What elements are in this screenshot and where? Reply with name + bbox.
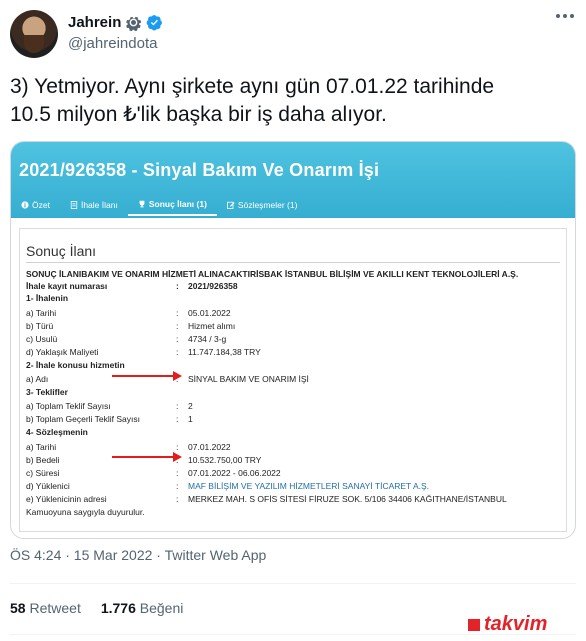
document-icon — [70, 201, 78, 209]
edit-icon — [226, 201, 235, 209]
row-value: 05.01.2022 — [188, 308, 231, 318]
tender-tabs: Özet İhale İlanı Sonuç İlanı (1) Sözleşm… — [11, 194, 307, 216]
tender-title: 2021/926358 - Sinyal Bakım Ve Onarım İşi — [19, 160, 380, 180]
logo-square-icon — [468, 619, 480, 631]
gear-icon — [126, 16, 142, 31]
notice-row: a) Toplam Teklif Sayısı:2 — [26, 401, 193, 411]
author-handle[interactable]: @jahreindota — [68, 35, 157, 52]
row-label: İhale kayıt numarası — [26, 281, 108, 291]
takvim-watermark: takvim — [466, 613, 578, 637]
avatar[interactable] — [10, 10, 58, 58]
tweet-text: 3) Yetmiyor. Aynı şirkete aynı gün 07.01… — [10, 73, 576, 129]
row-value: 1 — [188, 414, 193, 424]
notice-row: d) Yüklenici: MAF BİLİŞİM VE YAZILIM HİZM… — [26, 481, 430, 491]
tab-sozlesmeler: Sözleşmeler (1) — [217, 194, 308, 216]
section-heading: 3- Teklifler — [26, 387, 68, 397]
row-value: Hizmet alımı — [188, 321, 236, 331]
row-value: 07.01.2022 - 06.06.2022 — [188, 468, 281, 478]
notice-row: a) Tarihi:05.01.2022 — [26, 308, 231, 318]
tab-label: Sözleşmeler (1) — [237, 200, 298, 210]
row-label: b) Toplam Geçerli Teklif Sayısı — [26, 414, 141, 424]
contractor-link: MAF BİLİŞİM VE YAZILIM HİZMETLERİ SANAYİ… — [188, 481, 430, 491]
row-label: d) Yüklenici — [26, 481, 70, 491]
tweet-text-line: 10.5 milyon ₺'lik başka bir iş daha alıy… — [10, 103, 387, 126]
notice-row: İhale kayıt numarası:2021/926358 — [26, 281, 238, 291]
row-value: 2021/926358 — [188, 281, 238, 291]
likes-count: 1.776 — [100, 600, 136, 616]
document-title: Sonuç İlanı — [26, 243, 97, 259]
divider — [26, 262, 560, 263]
notice-row: e) Yüklenicinin adresi: MERKEZ MAH. S OFİ… — [26, 494, 507, 504]
author-name-row: Jahrein — [68, 14, 163, 31]
tweet-text-line: 3) Yetmiyor. Aynı şirkete aynı gün 07.01… — [10, 75, 495, 98]
retweets-stat[interactable]: 58 Retweet — [10, 600, 81, 616]
likes-stat[interactable]: 1.776 Beğeni — [101, 600, 184, 616]
row-value: 2 — [188, 401, 193, 411]
author-name[interactable]: Jahrein — [68, 14, 121, 31]
tweet-header: Jahrein @jahreindota — [10, 8, 576, 60]
row-label: c) Süresi — [26, 468, 60, 478]
info-icon — [21, 201, 29, 209]
divider — [10, 583, 576, 584]
notice-row: b) Türü: Hizmet alımı — [26, 321, 236, 331]
row-label: a) Toplam Teklif Sayısı — [26, 401, 111, 411]
watermark-text: takvim — [484, 613, 548, 635]
section-heading: 1- İhalenin — [26, 293, 69, 303]
tender-banner: 2021/926358 - Sinyal Bakım Ve Onarım İşi… — [11, 142, 575, 218]
trophy-icon — [139, 200, 145, 208]
row-label: e) Yüklenicinin adresi — [26, 494, 107, 504]
notice-footer: Kamuoyuna saygıyla duyurulur. — [26, 507, 145, 517]
row-value: 11.747.184,38 TRY — [188, 347, 261, 357]
likes-label: Beğeni — [139, 600, 184, 616]
row-label: d) Yaklaşık Maliyeti — [26, 347, 99, 357]
row-value: 10.532.750,00 TRY — [188, 455, 262, 465]
row-value: 4734 / 3-g — [188, 334, 227, 344]
row-label: a) Tarihi — [26, 308, 57, 318]
verified-badge-icon — [146, 15, 163, 31]
notice-row: b) Toplam Geçerli Teklif Sayısı:1 — [26, 414, 193, 424]
tab-label: Özet — [32, 200, 50, 210]
section-heading: 4- Sözleşmenin — [26, 427, 88, 437]
row-value: SİNYAL BAKIM VE ONARIM İŞİ — [188, 374, 309, 384]
row-value: MERKEZ MAH. S OFİS SİTESİ FİRUZE SOK. 5/… — [188, 494, 507, 504]
tweet-media-image[interactable]: 2021/926358 - Sinyal Bakım Ve Onarım İşi… — [10, 141, 576, 539]
section-heading: 2- İhale konusu hizmetin — [26, 360, 125, 370]
tab-ihale-ilani: İhale İlanı — [60, 194, 128, 216]
notice-header: SONUÇ İLANIBAKIM VE ONARIM HİZMETİ ALINA… — [26, 269, 519, 279]
retweets-label: Retweet — [29, 600, 81, 616]
retweets-count: 58 — [10, 600, 26, 616]
row-label: a) Tarihi — [26, 442, 57, 452]
tab-label: İhale İlanı — [80, 200, 118, 210]
row-label: b) Türü — [26, 321, 54, 331]
more-options-icon[interactable] — [556, 14, 574, 18]
row-value: 07.01.2022 — [188, 442, 231, 452]
tab-sonuc-ilani: Sonuç İlanı (1) — [127, 194, 217, 216]
tweet-timestamp[interactable]: ÖS 4:24 · 15 Mar 2022 · Twitter Web App — [10, 547, 266, 563]
row-label: c) Usulü — [26, 334, 58, 344]
red-arrow-icon — [112, 371, 182, 381]
tweet-stats: 58 Retweet 1.776 Beğeni — [10, 600, 183, 616]
notice-row: a) Tarihi:07.01.2022 — [26, 442, 231, 452]
result-notice-document: Sonuç İlanı SONUÇ İLANIBAKIM VE ONARIM H… — [19, 228, 567, 532]
notice-row: c) Süresi:07.01.2022 - 06.06.2022 — [26, 468, 281, 478]
notice-row: c) Usulü:4734 / 3-g — [26, 334, 227, 344]
notice-row: d) Yaklaşık Maliyeti:11.747.184,38 TRY — [26, 347, 261, 357]
red-arrow-icon — [112, 452, 182, 462]
tab-ozet: Özet — [11, 194, 60, 216]
tab-label: Sonuç İlanı (1) — [148, 199, 207, 209]
